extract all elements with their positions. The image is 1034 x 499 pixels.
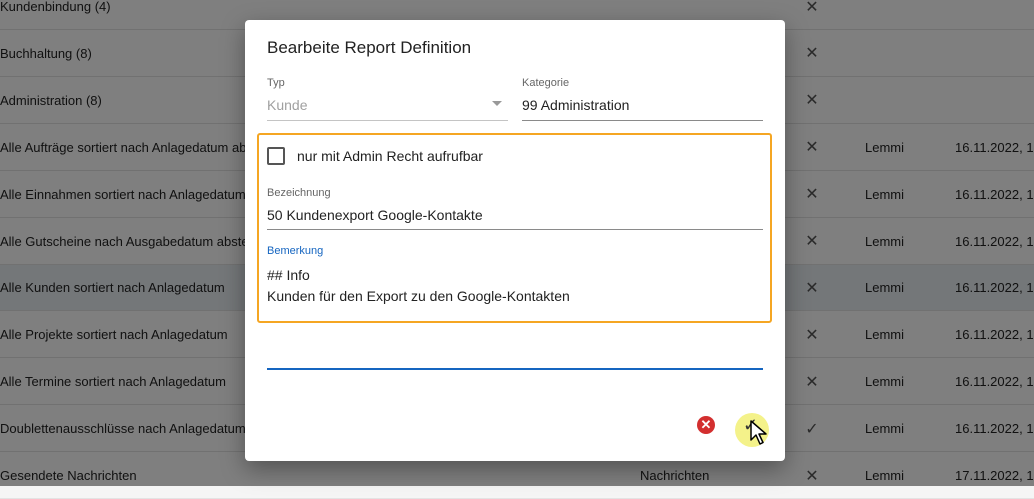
typ-label: Typ bbox=[267, 77, 285, 89]
typ-select[interactable]: Typ Kunde bbox=[267, 77, 508, 121]
kategorie-underline bbox=[522, 120, 763, 121]
close-icon: ✕ bbox=[700, 417, 712, 432]
bezeichnung-underline bbox=[267, 229, 763, 230]
bezeichnung-field[interactable]: Bezeichnung 50 Kundenexport Google-Konta… bbox=[267, 187, 763, 230]
admin-only-checkbox[interactable] bbox=[267, 147, 285, 165]
typ-underline bbox=[267, 120, 508, 121]
admin-only-checkbox-row[interactable]: nur mit Admin Recht aufrufbar bbox=[267, 146, 483, 166]
dialog-title: Bearbeite Report Definition bbox=[267, 38, 472, 57]
mouse-cursor-icon bbox=[750, 420, 767, 445]
kategorie-field[interactable]: Kategorie 99 Administration bbox=[522, 77, 763, 121]
kategorie-label: Kategorie bbox=[522, 77, 570, 89]
cancel-button[interactable]: ✕ bbox=[697, 416, 715, 434]
bemerkung-label: Bemerkung bbox=[267, 245, 324, 257]
bezeichnung-value: 50 Kundenexport Google-Kontakte bbox=[267, 207, 483, 223]
typ-value: Kunde bbox=[267, 97, 308, 113]
bemerkung-underline bbox=[267, 368, 763, 370]
dropdown-arrow-icon bbox=[492, 101, 502, 106]
kategorie-value: 99 Administration bbox=[522, 97, 630, 113]
edit-report-dialog: Bearbeite Report Definition Typ Kunde Ka… bbox=[245, 20, 785, 461]
admin-only-label: nur mit Admin Recht aufrufbar bbox=[297, 148, 483, 164]
bezeichnung-label: Bezeichnung bbox=[267, 187, 331, 199]
bemerkung-textarea[interactable]: ## Info Kunden für den Export zu den Goo… bbox=[267, 265, 570, 307]
